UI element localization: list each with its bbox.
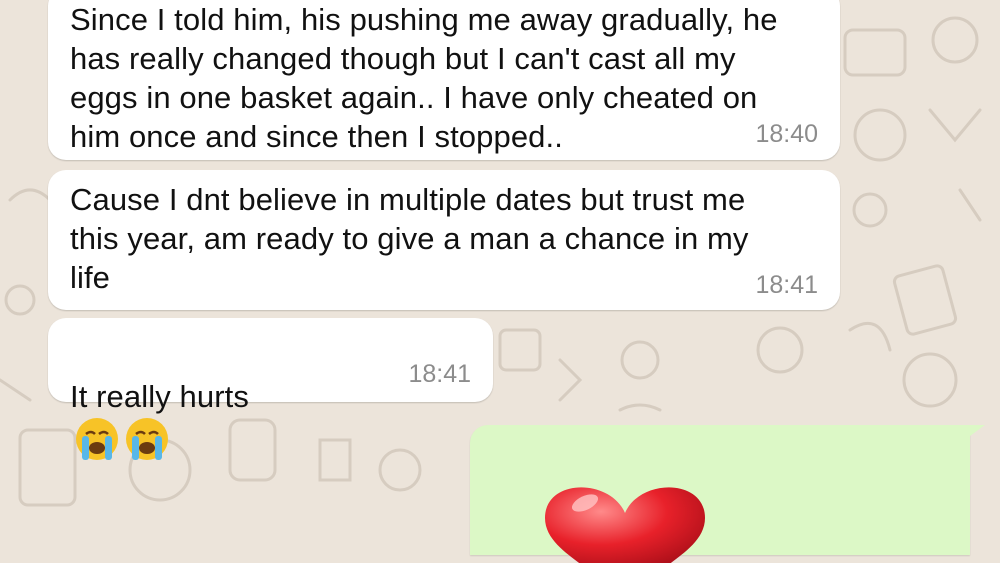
red-heart-emoji [545, 487, 705, 563]
message-text-content: It really hurts [70, 379, 249, 414]
crying-face-emoji [76, 418, 118, 460]
bubble-tail [955, 425, 985, 447]
message-bubble-incoming[interactable]: Since I told him, his pushing me away gr… [48, 0, 840, 160]
message-text: Since I told him, his pushing me away gr… [70, 2, 778, 154]
message-text: Cause I dnt believe in multiple dates bu… [70, 182, 749, 295]
message-timestamp: 18:41 [408, 360, 471, 388]
message-bubble-incoming[interactable]: Cause I dnt believe in multiple dates bu… [48, 170, 840, 310]
message-timestamp: 18:41 [755, 271, 818, 299]
message-bubble-outgoing[interactable] [470, 425, 970, 563]
message-text: It really hurts [70, 338, 249, 463]
crying-face-emoji [126, 418, 168, 460]
message-bubble-incoming[interactable]: It really hurts 18:41 [48, 318, 493, 460]
message-timestamp: 18:40 [755, 120, 818, 148]
